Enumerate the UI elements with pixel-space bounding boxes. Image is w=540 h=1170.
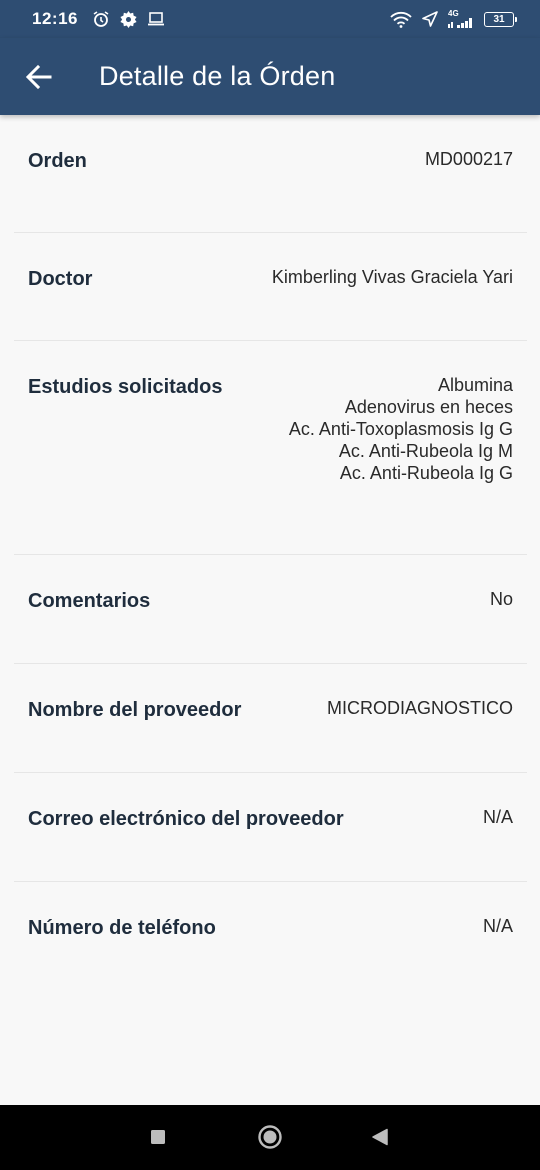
back-button[interactable] (19, 57, 59, 97)
status-right: 4G 31 (390, 10, 517, 28)
home-button[interactable] (256, 1123, 284, 1151)
arrow-left-icon (26, 64, 52, 89)
study-item: Albumina (437, 375, 513, 395)
square-icon (151, 1130, 165, 1144)
detail-row-telefono: Número de teléfono N/A (14, 882, 527, 991)
detail-label: Doctor (28, 268, 93, 290)
detail-value: MICRODIAGNOSTICO (327, 697, 513, 719)
detail-label: Orden (28, 150, 87, 172)
detail-value: N/A (483, 806, 513, 828)
doctor-name: Kimberling Vivas Graciela Yari (271, 267, 513, 287)
detail-row-orden: Orden MD000217 (14, 115, 527, 233)
study-item: Ac. Anti-Rubeola Ig G (339, 463, 513, 483)
detail-row-proveedor: Nombre del proveedor MICRODIAGNOSTICO (14, 664, 527, 773)
alarm-icon (92, 10, 110, 28)
provider-email: N/A (482, 807, 513, 827)
app-bar: Detalle de la Órden (0, 38, 540, 115)
study-item: Adenovirus en heces (344, 397, 513, 417)
back-nav-button[interactable] (368, 1125, 392, 1149)
detail-label: Correo electrónico del proveedor (28, 808, 344, 830)
recent-apps-button[interactable] (146, 1125, 170, 1149)
status-left: 12:16 (32, 9, 165, 29)
detail-row-correo: Correo electrónico del proveedor N/A (14, 773, 527, 882)
detail-label: Comentarios (28, 590, 151, 612)
study-item: Ac. Anti-Rubeola Ig M (338, 441, 513, 461)
network-type-label: 4G (448, 9, 459, 18)
phone-number: N/A (482, 916, 513, 936)
order-number: MD000217 (424, 149, 513, 169)
circle-icon (258, 1125, 282, 1149)
order-details: Orden MD000217 Doctor Kimberling Vivas G… (14, 115, 527, 991)
provider-name: MICRODIAGNOSTICO (326, 698, 513, 718)
page-title: Detalle de la Órden (99, 61, 336, 91)
detail-value: MD000217 (425, 148, 513, 170)
signal-icon: 4G (448, 10, 474, 28)
system-nav-bar (0, 1105, 540, 1170)
triangle-back-icon (372, 1128, 388, 1146)
detail-label: Número de teléfono (28, 917, 216, 939)
status-time: 12:16 (32, 9, 78, 28)
status-bar: 12:16 4G 31 (0, 0, 540, 38)
detail-label: Nombre del proveedor (28, 699, 242, 721)
comments-value: No (489, 589, 513, 609)
location-arrow-icon (422, 11, 438, 27)
wifi-icon (390, 11, 412, 28)
detail-label: Estudios solicitados (28, 376, 223, 398)
detail-value: N/A (483, 915, 513, 937)
settings-gear-icon (120, 10, 137, 28)
detail-row-estudios: Estudios solicitados Albumina Adenovirus… (14, 341, 527, 555)
detail-row-doctor: Doctor Kimberling Vivas Graciela Yari (14, 233, 527, 341)
battery-icon: 31 (484, 11, 517, 27)
detail-value: Albumina Adenovirus en heces Ac. Anti-To… (289, 374, 513, 484)
study-item: Ac. Anti-Toxoplasmosis Ig G (288, 419, 513, 439)
laptop-icon (147, 11, 165, 27)
detail-value: No (490, 588, 513, 610)
detail-row-comentarios: Comentarios No (14, 555, 527, 664)
detail-value: Kimberling Vivas Graciela Yari (272, 266, 513, 288)
